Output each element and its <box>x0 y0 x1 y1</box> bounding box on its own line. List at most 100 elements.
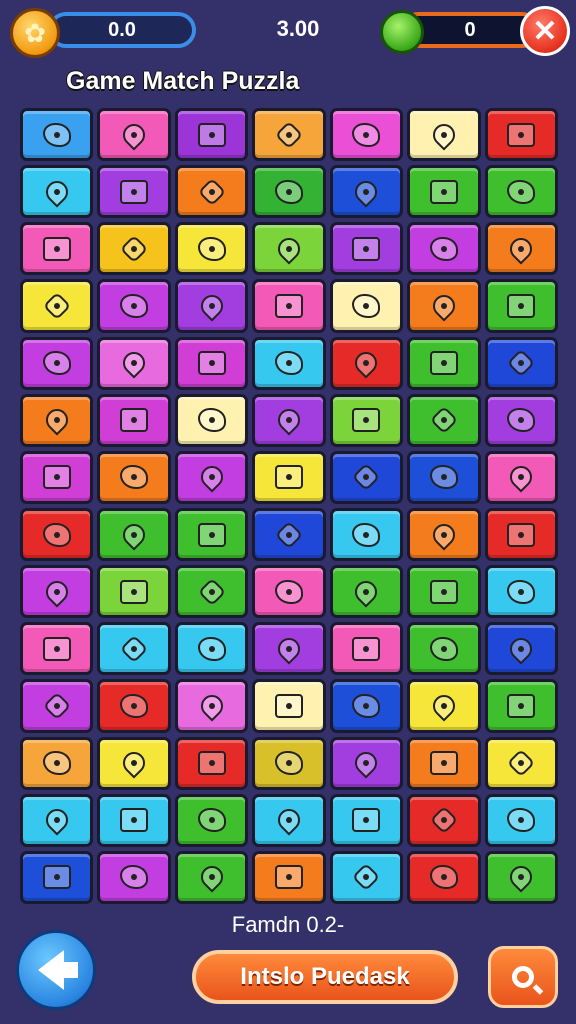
board-tile[interactable] <box>407 507 481 562</box>
board-tile[interactable] <box>97 507 171 562</box>
board-tile[interactable] <box>97 679 171 733</box>
board-tile[interactable] <box>174 450 249 504</box>
board-tile[interactable] <box>407 108 481 162</box>
board-tile[interactable] <box>407 393 481 447</box>
board-tile[interactable] <box>20 450 94 504</box>
board-tile[interactable] <box>252 507 326 562</box>
board-tile[interactable] <box>252 222 326 276</box>
board-tile[interactable] <box>484 850 558 904</box>
board-tile[interactable] <box>97 222 171 276</box>
board-tile[interactable] <box>484 679 558 733</box>
board-tile[interactable] <box>484 450 558 504</box>
board-tile[interactable] <box>484 736 558 790</box>
board-tile[interactable] <box>484 336 558 390</box>
board-tile[interactable] <box>484 393 558 447</box>
board-tile[interactable] <box>329 793 404 847</box>
board-tile[interactable] <box>97 165 171 219</box>
board-tile[interactable] <box>174 393 249 447</box>
board-tile[interactable] <box>252 850 326 904</box>
board-tile[interactable] <box>484 793 558 847</box>
board-tile[interactable] <box>174 793 249 847</box>
board-tile[interactable] <box>174 222 249 276</box>
board-tile[interactable] <box>20 793 94 847</box>
board-tile[interactable] <box>484 279 558 333</box>
board-tile[interactable] <box>329 108 404 162</box>
board-tile[interactable] <box>252 165 326 219</box>
board-tile[interactable] <box>407 222 481 276</box>
board-tile[interactable] <box>329 279 404 333</box>
board-tile[interactable] <box>329 736 404 790</box>
board-tile[interactable] <box>174 108 249 162</box>
board-tile[interactable] <box>97 450 171 504</box>
board-tile[interactable] <box>329 565 404 619</box>
board-tile[interactable] <box>174 279 249 333</box>
board-tile[interactable] <box>329 222 404 276</box>
board-tile[interactable] <box>484 507 558 562</box>
board-tile[interactable] <box>329 679 404 733</box>
board-tile[interactable] <box>20 622 94 676</box>
board-tile[interactable] <box>97 736 171 790</box>
board-tile[interactable] <box>20 222 94 276</box>
board-tile[interactable] <box>20 393 94 447</box>
board-tile[interactable] <box>97 279 171 333</box>
board-tile[interactable] <box>97 565 171 619</box>
board-tile[interactable] <box>97 850 171 904</box>
board-tile[interactable] <box>407 165 481 219</box>
board-tile[interactable] <box>407 450 481 504</box>
board-tile[interactable] <box>20 565 94 619</box>
board-tile[interactable] <box>97 108 171 162</box>
board-tile[interactable] <box>174 507 249 562</box>
board-tile[interactable] <box>484 108 558 162</box>
board-tile[interactable] <box>97 793 171 847</box>
board-tile[interactable] <box>174 679 249 733</box>
action-button[interactable]: Intslo Puedask <box>192 950 458 1004</box>
board-tile[interactable] <box>484 222 558 276</box>
board-tile[interactable] <box>252 108 326 162</box>
board-tile[interactable] <box>20 850 94 904</box>
back-button[interactable] <box>16 930 96 1010</box>
board-tile[interactable] <box>329 336 404 390</box>
board-tile[interactable] <box>407 622 481 676</box>
board-tile[interactable] <box>252 393 326 447</box>
board-tile[interactable] <box>20 165 94 219</box>
board-tile[interactable] <box>174 850 249 904</box>
search-button[interactable] <box>488 946 558 1008</box>
board-tile[interactable] <box>329 165 404 219</box>
board-tile[interactable] <box>20 507 94 562</box>
board-tile[interactable] <box>20 108 94 162</box>
board-tile[interactable] <box>407 279 481 333</box>
board-tile[interactable] <box>174 565 249 619</box>
close-button[interactable]: ✕ <box>520 6 570 56</box>
board-tile[interactable] <box>174 736 249 790</box>
board-tile[interactable] <box>407 736 481 790</box>
board-tile[interactable] <box>252 450 326 504</box>
board-tile[interactable] <box>20 279 94 333</box>
board-tile[interactable] <box>329 450 404 504</box>
board-tile[interactable] <box>252 793 326 847</box>
board-tile[interactable] <box>407 850 481 904</box>
board-tile[interactable] <box>97 622 171 676</box>
board-tile[interactable] <box>174 165 249 219</box>
board-tile[interactable] <box>484 165 558 219</box>
board-tile[interactable] <box>329 850 404 904</box>
board-tile[interactable] <box>252 736 326 790</box>
board-tile[interactable] <box>20 336 94 390</box>
board-tile[interactable] <box>484 565 558 619</box>
board-tile[interactable] <box>407 679 481 733</box>
board-tile[interactable] <box>252 679 326 733</box>
board-tile[interactable] <box>97 393 171 447</box>
board-tile[interactable] <box>252 565 326 619</box>
board-tile[interactable] <box>407 793 481 847</box>
board-tile[interactable] <box>97 336 171 390</box>
board-tile[interactable] <box>407 336 481 390</box>
board-tile[interactable] <box>252 622 326 676</box>
board-tile[interactable] <box>484 622 558 676</box>
board-tile[interactable] <box>252 336 326 390</box>
board-tile[interactable] <box>329 393 404 447</box>
board-tile[interactable] <box>20 736 94 790</box>
board-tile[interactable] <box>329 507 404 562</box>
board-tile[interactable] <box>174 622 249 676</box>
board-tile[interactable] <box>174 336 249 390</box>
board-tile[interactable] <box>252 279 326 333</box>
board-tile[interactable] <box>20 679 94 733</box>
